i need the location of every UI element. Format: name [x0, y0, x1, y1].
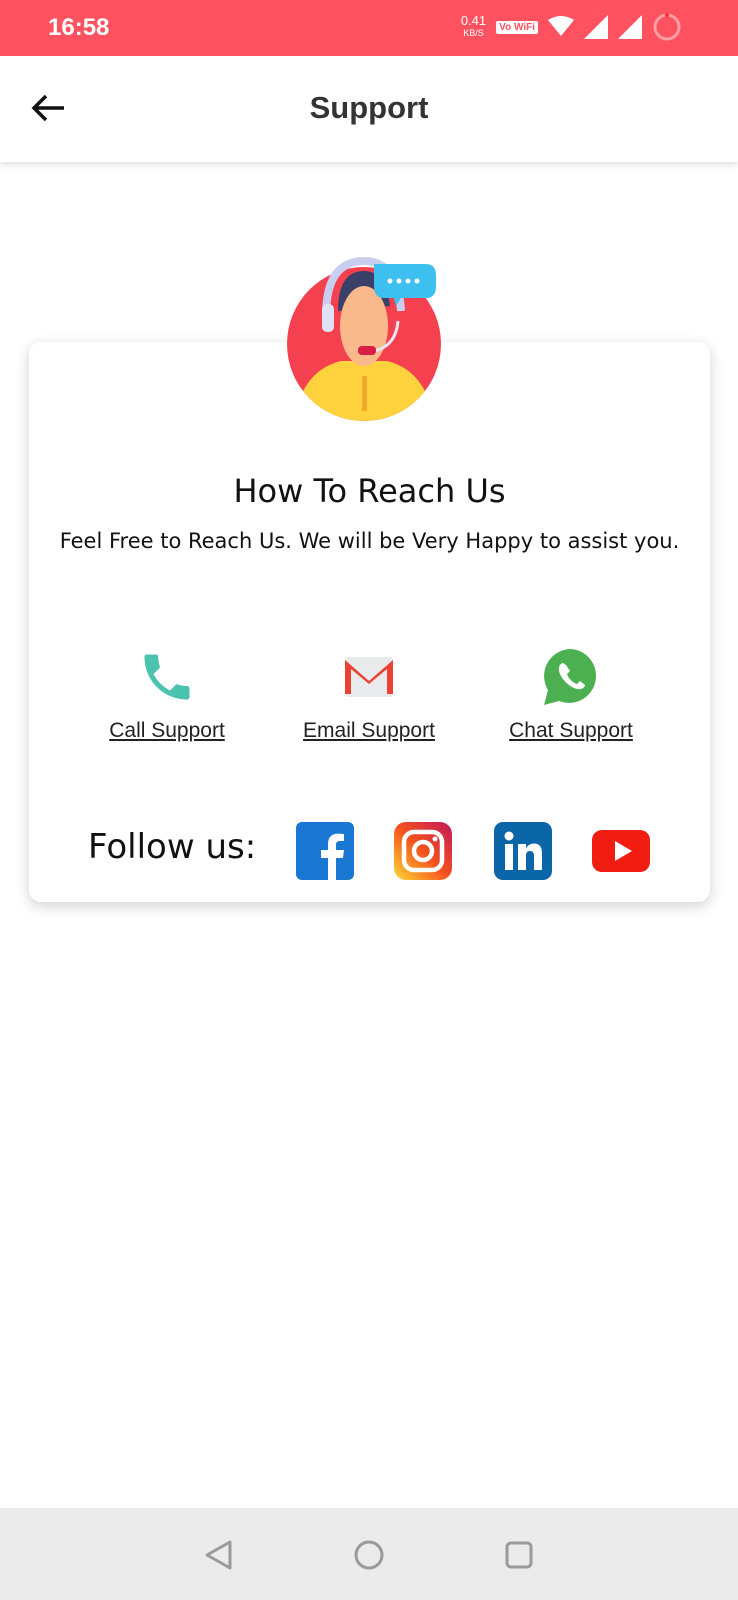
- signal-icon: [584, 15, 608, 39]
- signal-icon: [618, 15, 642, 39]
- call-support-label: Call Support: [109, 719, 225, 742]
- wifi-icon: [548, 16, 574, 36]
- nav-back-button[interactable]: [202, 1538, 236, 1572]
- square-recents-icon: [505, 1541, 533, 1569]
- system-nav-bar: [0, 1508, 738, 1600]
- youtube-icon[interactable]: [592, 822, 650, 880]
- nav-home-button[interactable]: [352, 1538, 386, 1572]
- reach-us-card: How To Reach Us Feel Free to Reach Us. W…: [29, 342, 710, 902]
- nav-recents-button[interactable]: [502, 1538, 536, 1572]
- chat-support-button[interactable]: Chat Support: [471, 647, 671, 743]
- phone-icon: [144, 654, 190, 700]
- status-bar: 16:58 0.41 KB/S Vo WiFi: [0, 0, 738, 56]
- facebook-icon[interactable]: [296, 822, 354, 880]
- linkedin-icon[interactable]: [494, 822, 552, 880]
- chat-support-label: Chat Support: [509, 719, 633, 742]
- card-title: How To Reach Us: [233, 472, 506, 510]
- status-time: 16:58: [48, 14, 110, 41]
- page-title: Support: [309, 90, 429, 125]
- call-support-button[interactable]: Call Support: [67, 647, 267, 743]
- email-support-label: Email Support: [303, 719, 435, 742]
- follow-us-label: Follow us:: [88, 827, 257, 867]
- instagram-icon[interactable]: [394, 822, 452, 880]
- vowifi-badge: Vo WiFi: [496, 20, 538, 34]
- whatsapp-icon: [544, 649, 597, 705]
- support-agent-illustration: [287, 256, 441, 421]
- card-subtitle: Feel Free to Reach Us. We will be Very H…: [59, 529, 680, 553]
- triangle-back-icon: [205, 1540, 232, 1570]
- email-support-button[interactable]: Email Support: [269, 647, 469, 743]
- circle-home-icon: [354, 1540, 384, 1570]
- network-speed: 0.41 KB/S: [460, 13, 487, 38]
- gmail-icon: [345, 657, 393, 697]
- app-bar: Support: [0, 56, 738, 162]
- battery-charging-icon: [653, 13, 681, 41]
